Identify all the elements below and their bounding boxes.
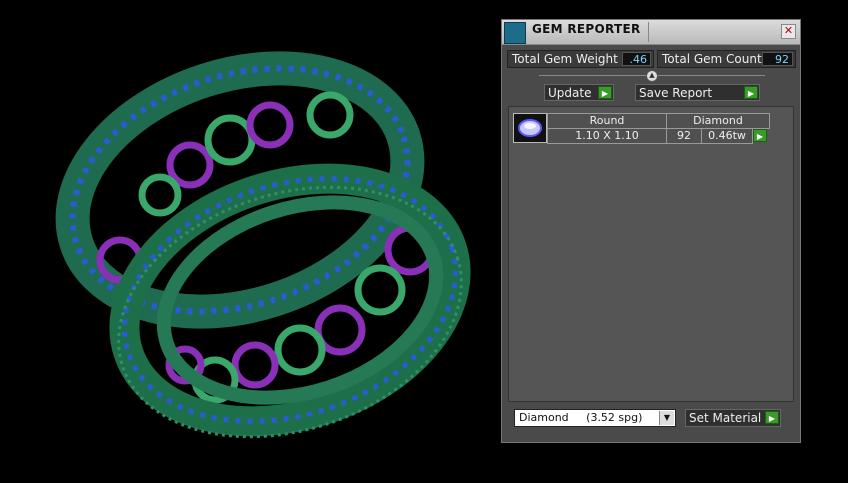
total-gem-count-box: Total Gem Count 92 [657, 50, 796, 68]
play-arrow-icon: ▶ [744, 86, 758, 99]
gem-size: 1.10 X 1.10 [547, 128, 667, 144]
total-gem-weight-box: Total Gem Weight .46 [507, 50, 654, 68]
material-select[interactable]: Diamond (3.52 spg) ▼ [514, 409, 676, 427]
gem-count: 92 [666, 128, 702, 144]
gem-weight: 0.46tw [701, 128, 753, 144]
total-gem-count-label: Total Gem Count [662, 52, 762, 66]
gem-row[interactable]: Round Diamond 1.10 X 1.10 92 0.46tw ▶ [509, 107, 793, 151]
save-report-button[interactable]: Save Report ▶ [635, 84, 760, 101]
gem-list: Round Diamond 1.10 X 1.10 92 0.46tw ▶ [508, 106, 794, 402]
total-gem-weight-value: .46 [622, 52, 651, 66]
titlebar-divider [648, 22, 649, 42]
total-gem-weight-label: Total Gem Weight [512, 52, 618, 66]
gem-row-play-icon[interactable]: ▶ [753, 129, 767, 142]
gem-material: Diamond [666, 113, 770, 129]
gem-reporter-app-icon [504, 22, 526, 44]
panel-titlebar[interactable]: GEM REPORTER ✕ [502, 20, 800, 45]
set-material-label: Set Material [689, 411, 762, 425]
update-label: Update [548, 86, 592, 100]
set-material-button[interactable]: Set Material ▶ [685, 409, 781, 427]
play-arrow-icon: ▶ [598, 86, 612, 99]
play-arrow-icon: ▶ [765, 411, 779, 424]
panel-title: GEM REPORTER [532, 22, 641, 36]
total-gem-count-value: 92 [762, 52, 793, 66]
update-button[interactable]: Update ▶ [544, 84, 614, 101]
splitter-knob-icon[interactable]: ▲ [646, 70, 658, 82]
gem-shape: Round [547, 113, 667, 129]
round-gem-thumbnail [513, 113, 547, 143]
close-icon[interactable]: ✕ [781, 24, 796, 39]
material-select-value: Diamond (3.52 spg) [519, 411, 643, 424]
gem-reporter-panel: GEM REPORTER ✕ Total Gem Weight .46 Tota… [501, 19, 801, 443]
save-report-label: Save Report [639, 86, 713, 100]
chevron-down-icon[interactable]: ▼ [659, 411, 674, 425]
ring-model-viewport[interactable] [0, 0, 500, 483]
